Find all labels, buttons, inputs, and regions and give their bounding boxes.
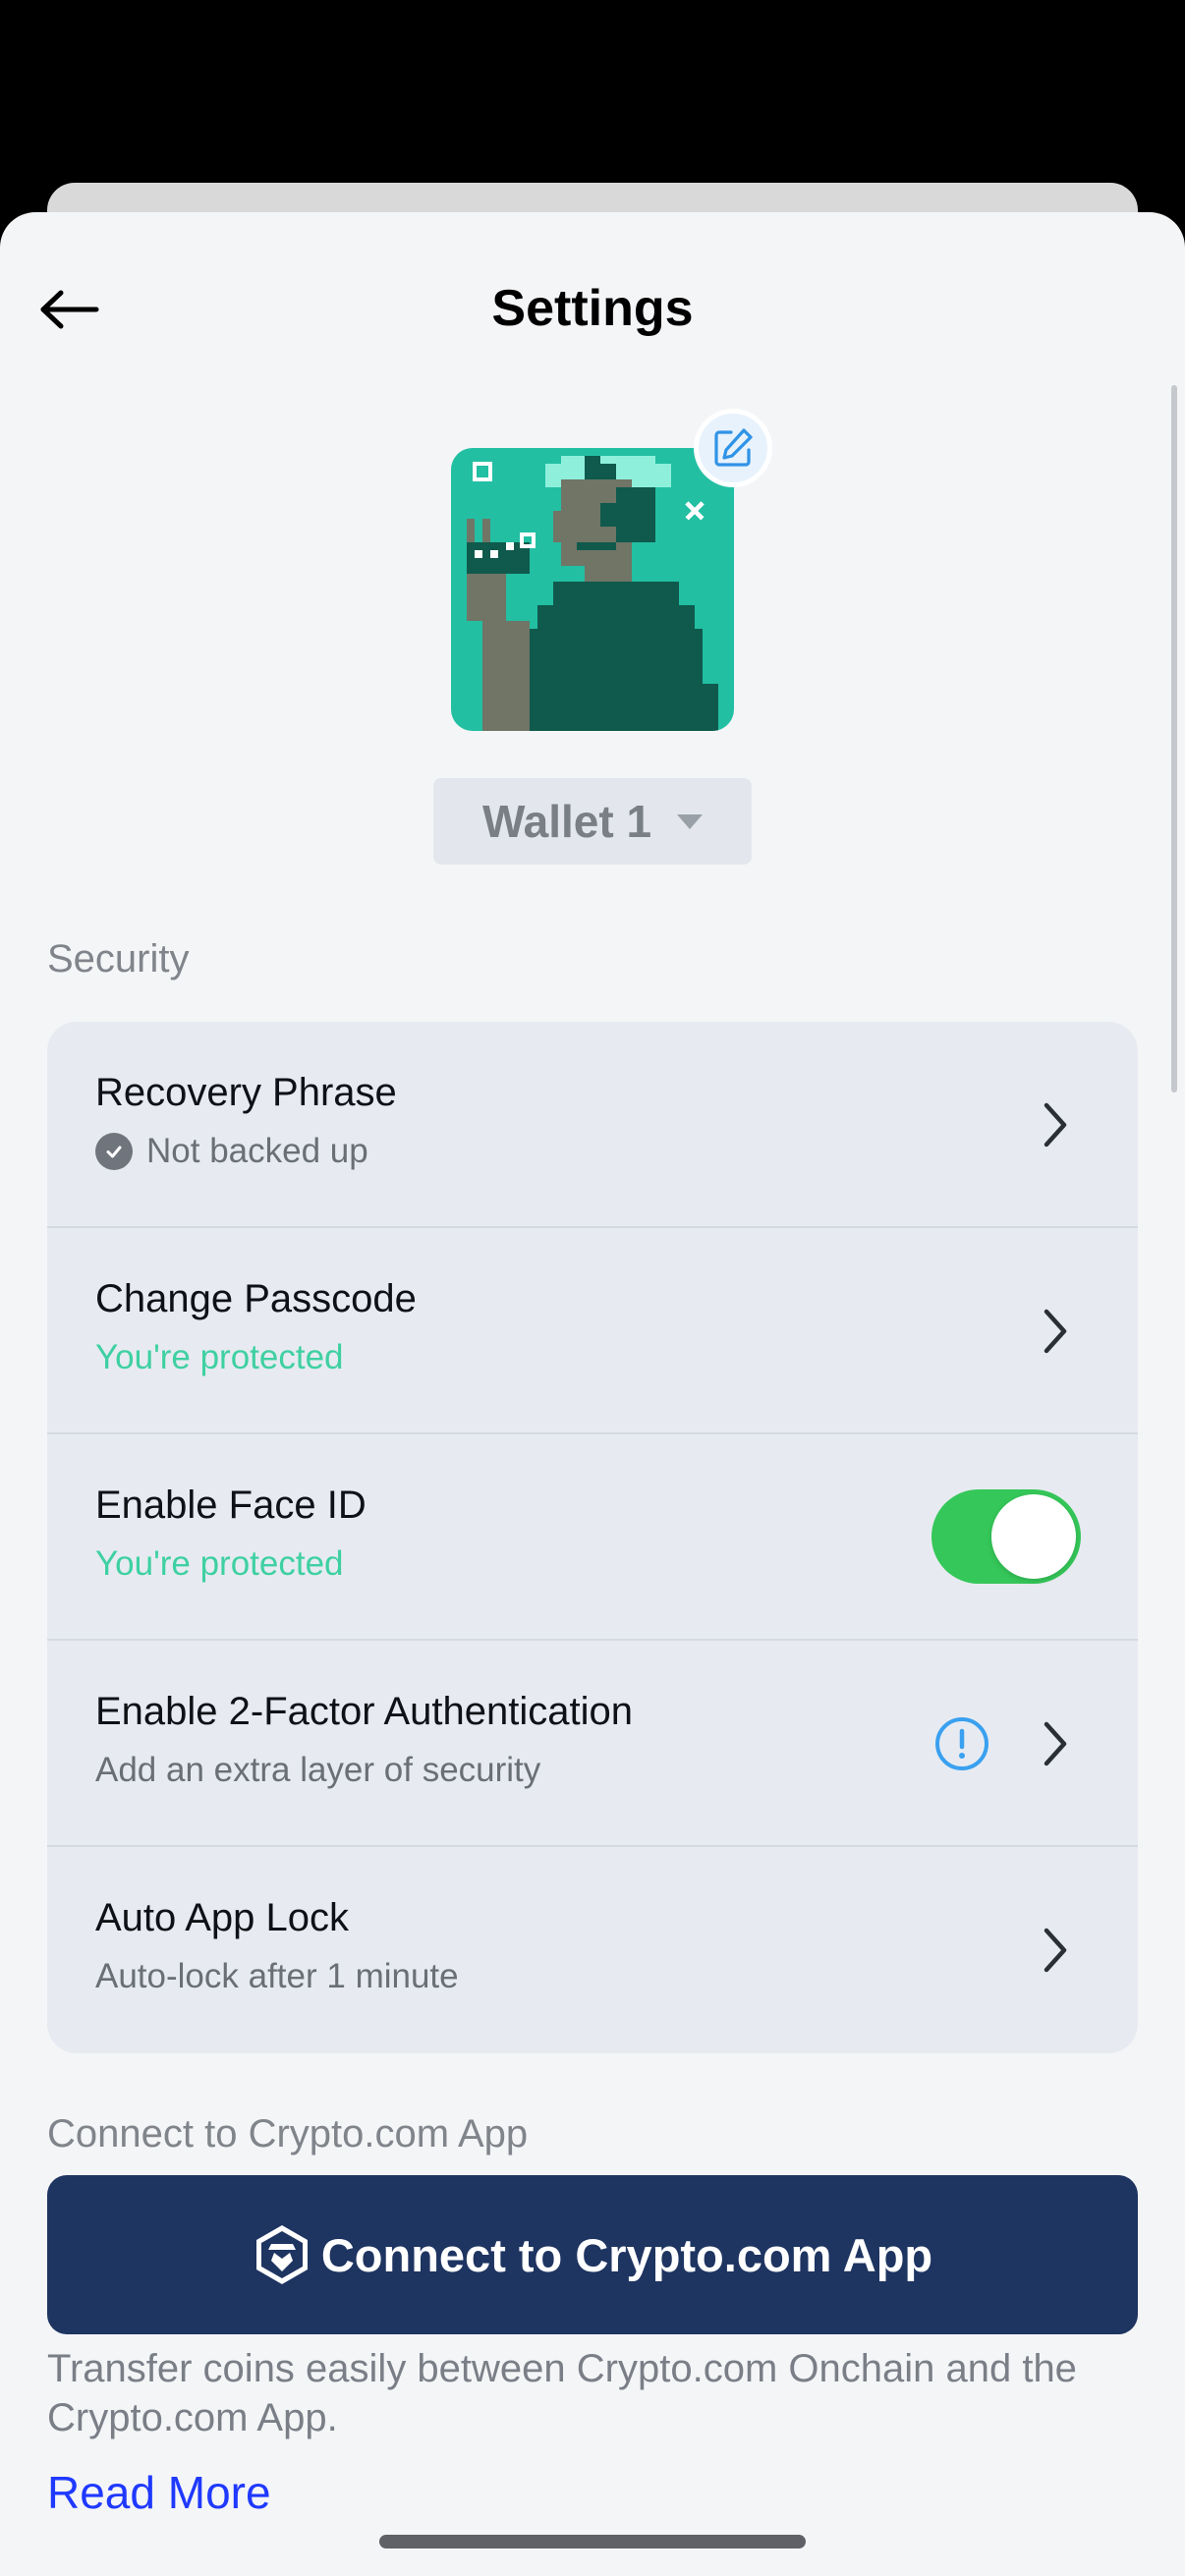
row-subtitle: Auto-lock after 1 minute [95, 1957, 459, 1995]
wallet-avatar[interactable] [451, 448, 734, 731]
chevron-right-icon [1044, 1102, 1067, 1148]
auto-app-lock-row[interactable]: Auto App Lock Auto-lock after 1 minute [47, 1847, 1138, 2053]
pixel-avatar-image [451, 448, 734, 731]
chevron-right-icon [1044, 1309, 1067, 1354]
edit-avatar-button[interactable] [694, 409, 772, 487]
face-id-row: Enable Face ID You're protected [47, 1434, 1138, 1641]
row-title: Change Passcode [95, 1277, 417, 1320]
face-id-toggle[interactable] [931, 1489, 1081, 1584]
page-title: Settings [491, 280, 694, 337]
wallet-selector[interactable]: Wallet 1 [433, 778, 752, 865]
edit-pencil-icon [714, 428, 753, 467]
chevron-right-icon [1044, 1928, 1067, 1973]
row-title: Enable 2-Factor Authentication [95, 1690, 634, 1733]
connect-section-label: Connect to Crypto.com App [47, 2112, 529, 2156]
row-title: Auto App Lock [95, 1896, 349, 1939]
settings-sheet: Settings Wallet 1 Security Recovery Phra… [0, 212, 1185, 2576]
row-subtitle: You're protected [95, 1544, 344, 1583]
caret-down-icon [677, 813, 704, 829]
connect-description: Transfer coins easily between Crypto.com… [47, 2347, 1077, 2439]
change-passcode-row[interactable]: Change Passcode You're protected [47, 1228, 1138, 1434]
row-title: Enable Face ID [95, 1484, 367, 1527]
connect-button-label: Connect to Crypto.com App [320, 2228, 933, 2281]
scrollbar[interactable] [1171, 385, 1177, 1092]
connect-crypto-app-button[interactable]: Connect to Crypto.com App [47, 2175, 1138, 2334]
recovery-phrase-row[interactable]: Recovery Phrase Not backed up [47, 1022, 1138, 1228]
read-more-link[interactable]: Read More [47, 2466, 271, 2519]
toggle-knob [991, 1494, 1076, 1579]
two-factor-row[interactable]: Enable 2-Factor Authentication Add an ex… [47, 1641, 1138, 1847]
row-subtitle: Add an extra layer of security [95, 1751, 541, 1789]
home-indicator [379, 2535, 806, 2548]
wallet-name: Wallet 1 [481, 796, 652, 847]
check-circle-icon [95, 1133, 133, 1170]
chevron-right-icon [1044, 1721, 1067, 1766]
crypto-com-logo-icon [255, 2225, 308, 2284]
row-subtitle: Not backed up [95, 1132, 368, 1171]
exclamation-circle-icon [935, 1717, 988, 1770]
security-section-label: Security [47, 937, 190, 980]
security-card: Recovery Phrase Not backed up Change Pas… [47, 1022, 1138, 2053]
row-subtitle: You're protected [95, 1338, 344, 1376]
recovery-status-text: Not backed up [146, 1132, 368, 1170]
header: Settings [0, 259, 1185, 358]
row-title: Recovery Phrase [95, 1071, 397, 1114]
